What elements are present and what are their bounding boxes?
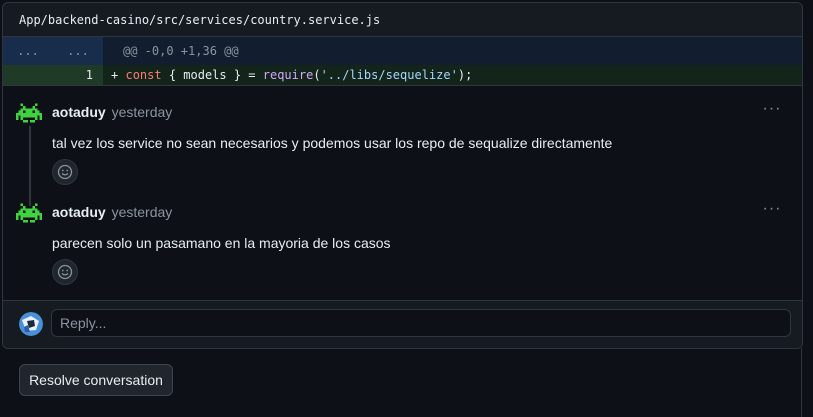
old-line-number	[3, 65, 53, 85]
comment-time[interactable]: yesterday	[112, 104, 173, 120]
code-string: '../libs/sequelize'	[320, 68, 458, 82]
new-line-number[interactable]: 1	[53, 65, 103, 85]
code-function: require	[262, 68, 314, 82]
comment-2: aotaduy yesterday ··· parecen solo un pa…	[3, 200, 802, 300]
resolve-conversation-button[interactable]: Resolve conversation	[19, 364, 173, 396]
add-reaction-button[interactable]	[52, 259, 78, 285]
review-thread-panel: App/backend-casino/src/services/country.…	[2, 2, 803, 349]
current-user-avatar[interactable]	[19, 312, 43, 336]
comment-author[interactable]: aotaduy	[52, 204, 106, 220]
file-path[interactable]: App/backend-casino/src/services/country.…	[19, 13, 380, 27]
diff-added-line: 1 + const { models } = require('../libs/…	[3, 65, 802, 85]
hunk-expand-left[interactable]: ...	[3, 37, 53, 65]
comment-thread: aotaduy yesterday ··· tal vez los servic…	[3, 85, 802, 300]
comment-time[interactable]: yesterday	[112, 204, 173, 220]
reply-input[interactable]: Reply...	[51, 309, 791, 337]
comment-1: aotaduy yesterday ··· tal vez los servic…	[3, 100, 802, 200]
file-path-header[interactable]: App/backend-casino/src/services/country.…	[3, 3, 802, 37]
user-avatar-icon	[19, 312, 43, 336]
hunk-expand-right[interactable]: ...	[53, 37, 103, 65]
comment-body: tal vez los service no sean necesarios y…	[52, 135, 613, 151]
comment-header: aotaduy yesterday	[52, 204, 172, 220]
code-line: + const { models } = require('../libs/se…	[103, 68, 472, 82]
code-paren: (	[313, 68, 321, 82]
comment-body: parecen solo un pasamano en la mayoria d…	[52, 235, 391, 251]
diff-prefix: +	[111, 68, 119, 82]
smiley-icon	[57, 164, 73, 180]
divider	[801, 348, 802, 417]
code-keyword: const	[125, 68, 162, 82]
more-options-button[interactable]: ···	[760, 101, 784, 120]
space-invader-icon[interactable]	[16, 100, 42, 126]
hunk-header: @@ -0,0 +1,36 @@	[123, 44, 239, 58]
comment-author[interactable]: aotaduy	[52, 104, 106, 120]
comment-header: aotaduy yesterday	[52, 104, 172, 120]
code-text: { models } =	[161, 68, 263, 82]
reply-row: Reply...	[3, 300, 802, 348]
add-reaction-button[interactable]	[52, 159, 78, 185]
more-options-button[interactable]: ···	[760, 201, 784, 220]
space-invader-icon[interactable]	[16, 200, 42, 226]
diff-hunk-row: ... ... @@ -0,0 +1,36 @@	[3, 37, 802, 65]
code-end: );	[457, 68, 473, 82]
smiley-icon	[57, 264, 73, 280]
